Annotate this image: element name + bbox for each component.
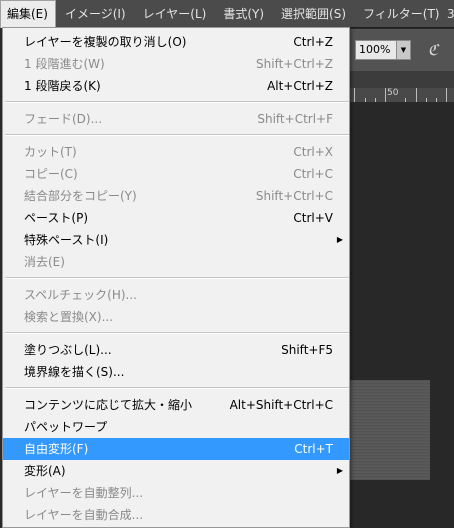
menu-item-label: レイヤーを複製の取り消し(O) bbox=[24, 35, 187, 49]
menu-item[interactable]: 結合部分をコピー(Y) Shift+Ctrl+C bbox=[3, 185, 349, 207]
menu-item-shortcut: Alt+Shift+Ctrl+C bbox=[229, 398, 333, 412]
menu-item-label: 特殊ペースト(I) bbox=[24, 233, 109, 247]
menu-item-label: 塗りつぶし(L)... bbox=[24, 343, 112, 357]
menu-item[interactable]: コピー(C) Ctrl+C bbox=[3, 163, 349, 185]
menu-item-label: フェード(D)... bbox=[24, 112, 103, 126]
menu-item[interactable]: 塗りつぶし(L)... Shift+F5 bbox=[3, 339, 349, 361]
menu-item[interactable]: スペルチェック(H)... bbox=[3, 284, 349, 306]
menu-item-shortcut: Shift+Ctrl+C bbox=[255, 189, 333, 203]
menu-item[interactable]: レイヤーを複製の取り消し(O) Ctrl+Z bbox=[3, 31, 349, 53]
ruler-tick bbox=[354, 88, 355, 102]
menu-item-label: 検索と置換(X)... bbox=[24, 310, 114, 324]
menu-item-shortcut: Shift+Ctrl+Z bbox=[256, 57, 333, 71]
menu-item-label: スペルチェック(H)... bbox=[24, 288, 137, 302]
ruler-tick bbox=[385, 88, 386, 102]
ruler-tick bbox=[446, 88, 447, 102]
menu-image[interactable]: イメージ(I) bbox=[56, 0, 134, 28]
menu-item[interactable]: フェード(D)... Shift+Ctrl+F bbox=[3, 108, 349, 130]
menu-item-label: レイヤーを自動合成... bbox=[24, 508, 144, 522]
menu-layer[interactable]: レイヤー(L) bbox=[134, 0, 215, 28]
menu-item[interactable]: 1 段階戻る(K) Alt+Ctrl+Z bbox=[3, 75, 349, 97]
menu-item-label: コピー(C) bbox=[24, 167, 78, 181]
menu-item-shortcut: Alt+Ctrl+Z bbox=[267, 79, 333, 93]
menu-separator bbox=[5, 134, 349, 136]
menu-edit[interactable]: 編集(E) bbox=[0, 0, 56, 28]
submenu-arrow-icon: ▶ bbox=[336, 466, 343, 475]
menu-item-label: 変形(A) bbox=[24, 464, 66, 478]
menu-bar: 編集(E) イメージ(I) レイヤー(L) 書式(Y) 選択範囲(S) フィルタ… bbox=[0, 0, 454, 28]
menu-item[interactable]: 検索と置換(X)... bbox=[3, 306, 349, 328]
menu-item-shortcut: Ctrl+C bbox=[293, 167, 333, 181]
ruler-tick bbox=[416, 88, 417, 102]
document-tab-strip bbox=[350, 71, 454, 88]
menu-item-label: 1 段階戻る(K) bbox=[24, 79, 101, 93]
menu-item[interactable]: 1 段階進む(W) Shift+Ctrl+Z bbox=[3, 53, 349, 75]
menu-separator bbox=[5, 332, 349, 334]
menu-item-label: コンテンツに応じて拡大・縮小 bbox=[24, 398, 193, 412]
menu-3d[interactable]: 3 bbox=[447, 0, 454, 28]
menu-item[interactable]: コンテンツに応じて拡大・縮小 Alt+Shift+Ctrl+C bbox=[3, 394, 349, 416]
menu-item-label: 自由変形(F) bbox=[24, 442, 89, 456]
menu-separator bbox=[5, 101, 349, 103]
menu-item-shortcut: Ctrl+Z bbox=[293, 35, 333, 49]
menu-filter[interactable]: フィルター(T) bbox=[354, 0, 447, 28]
menu-type[interactable]: 書式(Y) bbox=[214, 0, 272, 28]
menu-item-shortcut: Shift+Ctrl+F bbox=[257, 112, 333, 126]
menu-item-label: パペットワープ bbox=[24, 420, 108, 434]
menu-item-shortcut: Shift+F5 bbox=[281, 343, 333, 357]
horizontal-ruler: 50 bbox=[350, 88, 454, 103]
menu-item-label: レイヤーを自動整列... bbox=[24, 486, 144, 500]
ruler-tick bbox=[365, 98, 366, 102]
menu-item[interactable]: 境界線を描く(S)... bbox=[3, 361, 349, 383]
ruler-tick bbox=[405, 98, 406, 102]
image-layer bbox=[350, 380, 430, 480]
menu-item-label: 境界線を描く(S)... bbox=[24, 365, 125, 379]
edit-menu: レイヤーを複製の取り消し(O) Ctrl+Z 1 段階進む(W) Shift+Ctrl… bbox=[2, 27, 350, 528]
menu-item[interactable]: レイヤーを自動整列... bbox=[3, 482, 349, 504]
zoom-value: 100% bbox=[359, 43, 391, 56]
menu-item[interactable]: レイヤーを自動合成... bbox=[3, 504, 349, 526]
menu-item-shortcut: Ctrl+V bbox=[293, 211, 333, 225]
menu-item[interactable]: 自由変形(F) Ctrl+T bbox=[3, 438, 349, 460]
ruler-tick bbox=[436, 98, 437, 102]
menu-item-label: 1 段階進む(W) bbox=[24, 57, 105, 71]
menu-separator bbox=[5, 387, 349, 389]
menu-select[interactable]: 選択範囲(S) bbox=[272, 0, 354, 28]
submenu-arrow-icon: ▶ bbox=[336, 235, 343, 244]
zoom-select[interactable]: 100% ▼ bbox=[355, 40, 411, 60]
chevron-down-icon[interactable]: ▼ bbox=[396, 41, 410, 59]
menu-separator bbox=[5, 277, 349, 279]
ruler-label: 50 bbox=[387, 88, 399, 98]
menu-item-label: 消去(E) bbox=[24, 255, 65, 269]
menu-item-label: 結合部分をコピー(Y) bbox=[24, 189, 137, 203]
menu-item[interactable]: パペットワープ bbox=[3, 416, 349, 438]
menu-item[interactable]: 消去(E) bbox=[3, 251, 349, 273]
menu-item[interactable]: ペースト(P) Ctrl+V bbox=[3, 207, 349, 229]
menu-item[interactable]: 特殊ペースト(I) ▶ bbox=[3, 229, 349, 251]
menu-item-shortcut: Ctrl+X bbox=[293, 145, 333, 159]
menu-item[interactable]: カット(T) Ctrl+X bbox=[3, 141, 349, 163]
menu-item-label: ペースト(P) bbox=[24, 211, 88, 225]
ruler-tick bbox=[375, 98, 376, 102]
menu-item[interactable]: 変形(A) ▶ bbox=[3, 460, 349, 482]
airbrush-icon[interactable]: ℭ bbox=[422, 40, 444, 60]
menu-item-shortcut: Ctrl+T bbox=[294, 442, 333, 456]
ruler-tick bbox=[426, 98, 427, 102]
menu-item-label: カット(T) bbox=[24, 145, 77, 159]
